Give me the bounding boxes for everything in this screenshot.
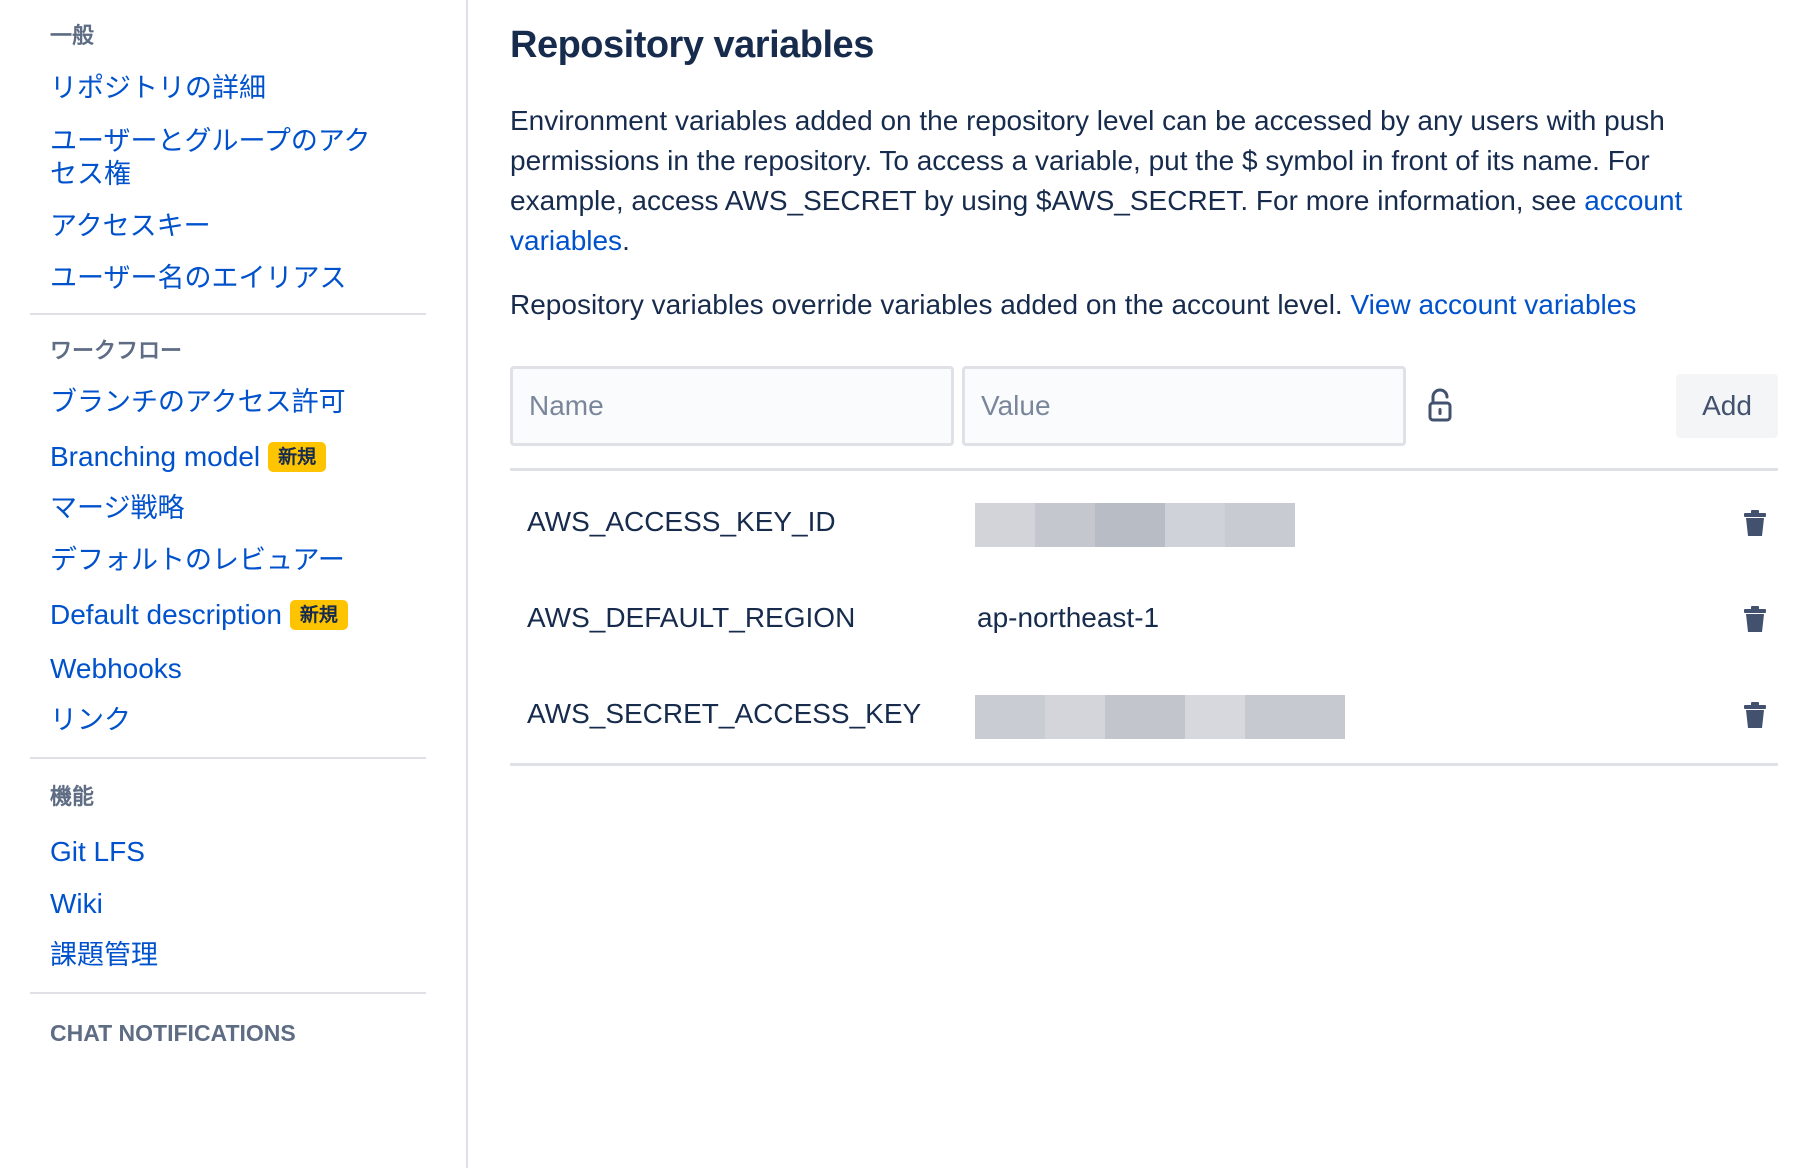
trash-icon-svg [1744,702,1766,728]
sidebar-item-merge-strategies[interactable]: マージ戦略 [30,492,426,525]
description-text: Environment variables added on the repos… [510,105,1665,216]
trash-icon-svg [1744,606,1766,632]
sidebar-item-label: リポジトリの詳細 [50,73,266,104]
section-heading-general: 一般 [50,24,95,49]
masked-value [975,695,1345,739]
sidebar-item-label: アクセスキー [50,211,211,242]
nav-list-workflow: ブランチのアクセス許可 Branching model 新規 マージ戦略 デフォル… [30,386,426,737]
sidebar-item-git-lfs[interactable]: Git LFS [30,835,426,868]
nav-list-general: リポジトリの詳細 ユーザーとグループのアク セス権 アクセスキー ユーザー名のエ… [30,72,426,295]
sidebar-item-branching-model[interactable]: Branching model 新規 [30,440,426,473]
nav-section-general: 一般 リポジトリの詳細 ユーザーとグループのアク セス権 アクセスキー ユーザー… [30,0,426,315]
section-heading-chat-notifications: CHAT NOTIFICATIONS [50,1020,296,1046]
variable-name: AWS_ACCESS_KEY_ID [527,506,836,537]
sidebar-item-label: Branching model [50,441,261,472]
sidebar-item-label: デフォルトのレビュアー [50,545,345,576]
override-text: Repository variables override variables … [510,289,1351,320]
nav-section-chat-notifications: CHAT NOTIFICATIONS [30,994,426,1048]
variables-table: AWS_ACCESS_KEY_ID AWS_DEFAULT_REGION ap-… [510,468,1778,766]
sidebar-item-label: Default description [50,599,282,630]
table-row: AWS_SECRET_ACCESS_KEY [510,667,1778,763]
trash-icon[interactable] [1743,605,1767,633]
sidebar-item-label: リンク [50,705,131,736]
sidebar-item-label: ユーザー名のエイリアス [50,263,347,294]
variable-value-input[interactable] [962,366,1406,446]
override-paragraph: Repository variables override variables … [510,285,1778,325]
sidebar-item-label: Wiki [50,888,103,919]
sidebar-item-wiki[interactable]: Wiki [30,887,426,920]
variable-name-input[interactable] [510,366,954,446]
sidebar-item-issue-tracker[interactable]: 課題管理 [30,939,426,972]
trash-icon[interactable] [1743,701,1767,729]
view-account-variables-link[interactable]: View account variables [1350,289,1636,320]
section-heading-features: 機能 [50,785,95,810]
add-variable-form: Add [510,366,1778,446]
sidebar-item-label: 課題管理 [50,940,158,971]
sidebar-item-branch-permissions[interactable]: ブランチのアクセス許可 [30,386,426,419]
sidebar-item-label: Git LFS [50,836,145,867]
nav-list-features: Git LFS Wiki 課題管理 [30,835,426,972]
trash-icon[interactable] [1743,509,1767,537]
table-row: AWS_ACCESS_KEY_ID [510,475,1778,571]
sidebar-item-label: Webhooks [50,653,182,684]
page-title: Repository variables [510,24,874,66]
section-heading-workflow: ワークフロー [50,339,183,364]
add-variable-button[interactable]: Add [1676,374,1778,438]
sidebar-item-default-reviewers[interactable]: デフォルトのレビュアー [30,544,426,577]
table-row: AWS_DEFAULT_REGION ap-northeast-1 [510,571,1778,667]
sidebar-item-user-group-access[interactable]: ユーザーとグループのアク セス権 [30,125,426,191]
repository-variables-panel: Repository variables Environment variabl… [510,0,1778,766]
sidebar-item-links[interactable]: リンク [30,704,426,737]
trash-icon-svg [1744,510,1766,536]
sidebar-item-label: セス権 [50,159,131,190]
sidebar-item-repository-details[interactable]: リポジトリの詳細 [30,72,426,105]
sidebar-item-username-aliases[interactable]: ユーザー名のエイリアス [30,262,426,295]
new-badge: 新規 [289,600,348,630]
unlocked-padlock-icon-svg [1428,388,1452,422]
description-paragraph: Environment variables added on the repos… [510,101,1750,261]
sidebar-item-webhooks[interactable]: Webhooks [30,652,426,685]
sidebar-item-label: マージ戦略 [50,493,185,524]
variable-value: ap-northeast-1 [977,602,1160,633]
nav-section-workflow: ワークフロー ブランチのアクセス許可 Branching model 新規 マージ… [30,315,426,759]
masked-value [975,503,1295,547]
sidebar-item-default-description[interactable]: Default description 新規 [30,598,426,631]
sidebar-item-access-keys[interactable]: アクセスキー [30,210,426,243]
description-end: . [622,225,630,256]
variable-name: AWS_SECRET_ACCESS_KEY [527,698,922,729]
sidebar-item-label: ユーザーとグループのアク [50,126,371,157]
settings-page: 一般 リポジトリの詳細 ユーザーとグループのアク セス権 アクセスキー ユーザー… [0,0,1800,1168]
sidebar-item-label: ブランチのアクセス許可 [50,387,346,418]
nav-section-features: 機能 Git LFS Wiki 課題管理 [30,759,426,994]
new-badge: 新規 [268,442,327,472]
variable-name: AWS_DEFAULT_REGION [527,602,856,633]
unlocked-padlock-icon[interactable] [1420,386,1460,426]
settings-sidebar: 一般 リポジトリの詳細 ユーザーとグループのアク セス権 アクセスキー ユーザー… [0,0,468,1168]
